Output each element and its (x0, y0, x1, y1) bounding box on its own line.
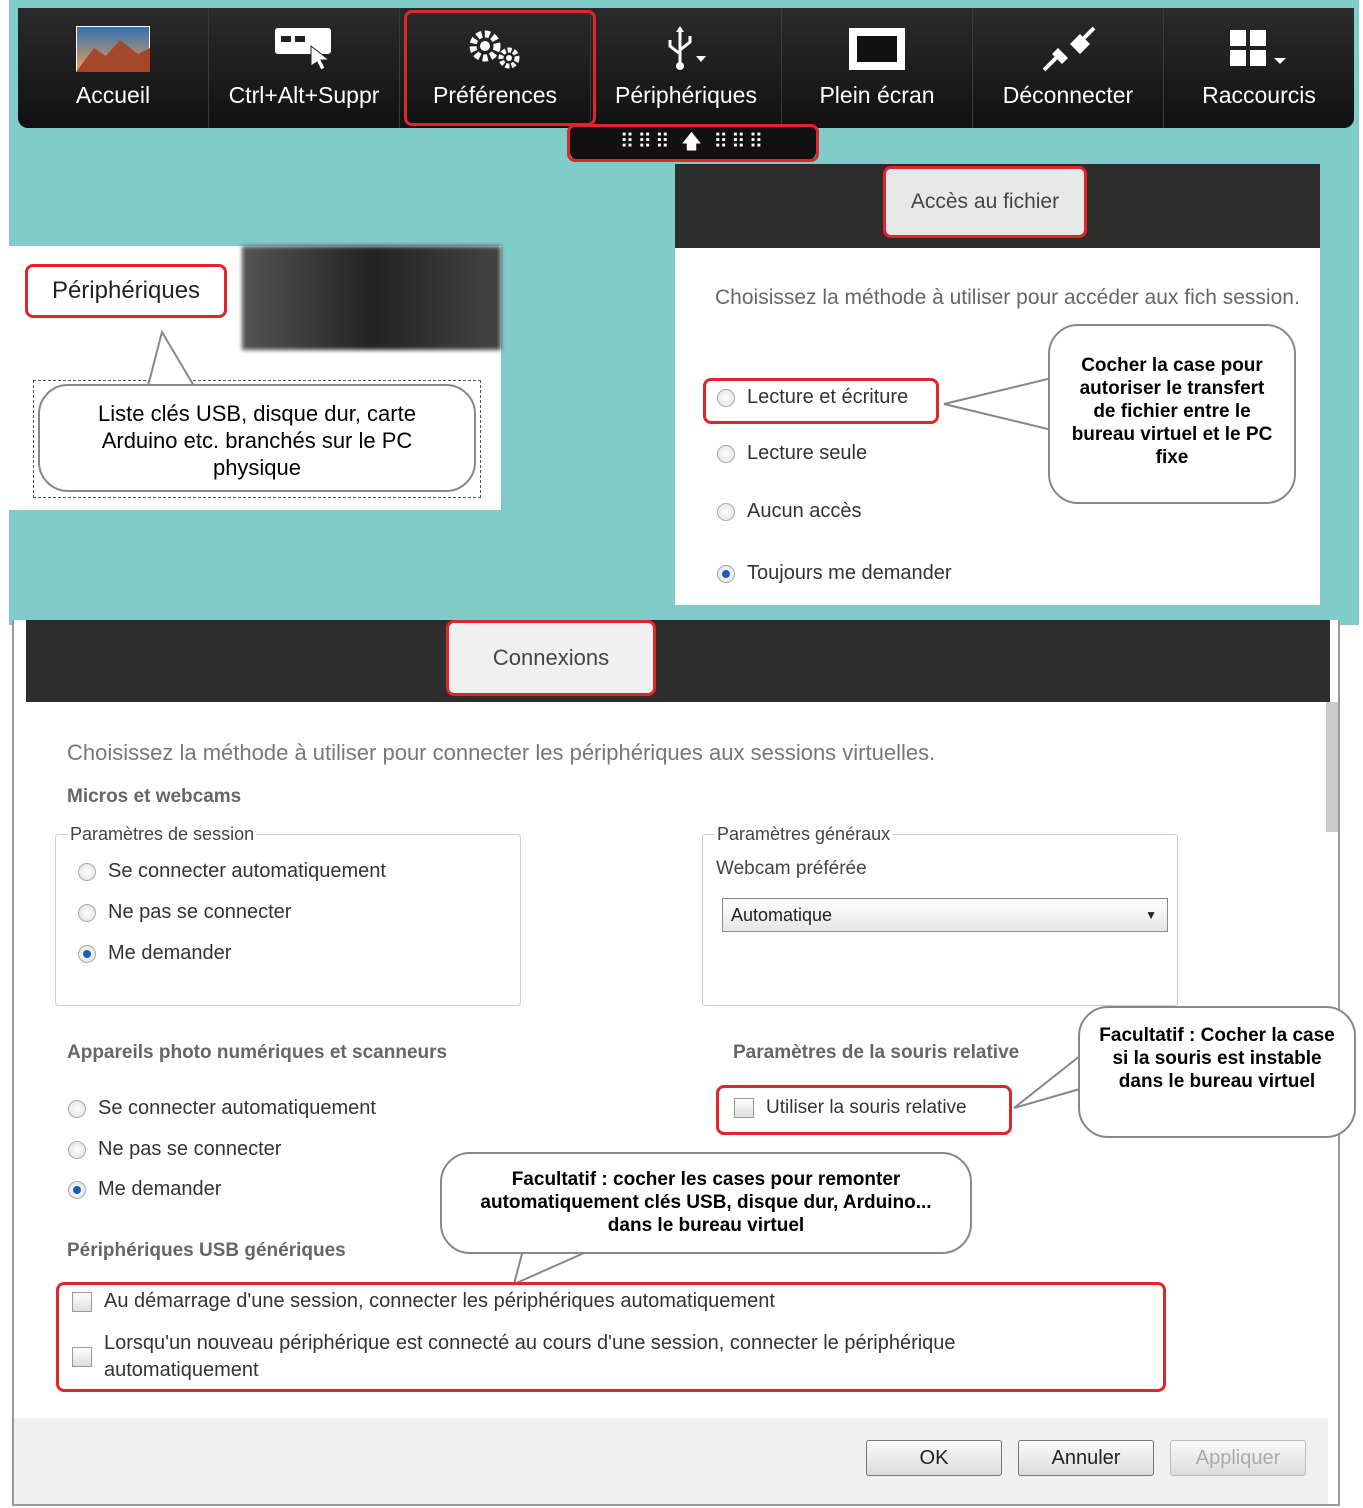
fullscreen-icon (839, 22, 915, 76)
webcam-select[interactable]: Automatique ▼ (722, 898, 1168, 932)
toolbar-peripheriques[interactable]: Périphériques (591, 8, 782, 128)
option-label: Ne pas se connecter (108, 901, 292, 923)
toolbar-label: Accueil (75, 82, 151, 108)
radio-toujours-demander[interactable]: Toujours me demander (717, 562, 952, 585)
section-appareils: Appareils photo numériques et scanneurs (67, 1042, 448, 1063)
webcam-label: Webcam préférée (716, 858, 867, 879)
radio-button-selected[interactable] (68, 1180, 86, 1199)
radio-micro-auto[interactable]: Se connecter automatiquement (78, 860, 386, 883)
plug-icon (1030, 22, 1106, 76)
toolbar-label: Déconnecter (1002, 82, 1134, 108)
option-label: Aucun accès (747, 500, 862, 522)
toolbar-accueil[interactable]: Accueil (18, 8, 209, 128)
radio-aucun-acces[interactable]: Aucun accès (717, 500, 862, 523)
option-label: Lecture seule (747, 442, 868, 464)
ok-button[interactable]: OK (866, 1440, 1002, 1476)
cancel-button[interactable]: Annuler (1018, 1440, 1154, 1476)
scrollbar[interactable] (1326, 702, 1338, 832)
toolbar-label: Plein écran (819, 82, 935, 108)
group-label: Paramètres généraux (715, 824, 893, 845)
option-label: Se connecter automatiquement (108, 860, 386, 882)
blurred-tabs (242, 246, 501, 350)
radio-appareil-auto[interactable]: Se connecter automatiquement (68, 1097, 376, 1120)
callout-acces: Cocher la case pour autoriser le transfe… (1048, 324, 1296, 504)
option-label: Se connecter automatiquement (98, 1097, 376, 1119)
toolbar-ctrl-alt-suppr[interactable]: Ctrl+Alt+Suppr (209, 8, 400, 128)
keyboard-hand-icon (266, 22, 342, 76)
toolbar-label: Périphériques (615, 82, 757, 108)
callout-usb: Facultatif : cocher les cases pour remon… (440, 1152, 972, 1254)
callout-pointer (943, 377, 1053, 431)
usb-icon (648, 22, 724, 76)
toolbar-label: Ctrl+Alt+Suppr (228, 82, 380, 108)
toolbar-deconnecter[interactable]: Déconnecter (973, 8, 1164, 128)
radio-button[interactable] (717, 444, 735, 463)
session-toolbar: Accueil Ctrl+Alt+Suppr Préférences Périp… (18, 8, 1354, 128)
radio-button[interactable] (717, 502, 735, 521)
toolbar-label: Raccourcis (1202, 82, 1316, 108)
apply-button[interactable]: Appliquer (1170, 1440, 1306, 1476)
grid-icon (1221, 22, 1297, 76)
radio-button[interactable] (78, 862, 96, 881)
chevron-down-icon: ▼ (1145, 908, 1157, 922)
callout-peripheriques: Liste clés USB, disque dur, carte Arduin… (38, 384, 476, 492)
option-label: Me demander (108, 942, 232, 964)
callout-souris: Facultatif : Cocher la case si la souris… (1078, 1006, 1356, 1138)
highlight-handle (567, 124, 819, 162)
callout-pointer (146, 330, 196, 387)
acces-description: Choisissez la méthode à utiliser pour ac… (715, 286, 1300, 309)
radio-button-selected[interactable] (78, 944, 96, 963)
highlight-lecture-ecriture (703, 378, 939, 424)
landscape-icon (75, 22, 151, 76)
tab-peripheriques[interactable]: Périphériques (25, 264, 227, 318)
select-value: Automatique (731, 905, 833, 925)
section-souris: Paramètres de la souris relative (733, 1042, 1020, 1063)
option-label: Ne pas se connecter (98, 1138, 282, 1160)
radio-micro-non[interactable]: Ne pas se connecter (78, 901, 291, 924)
toolbar-raccourcis[interactable]: Raccourcis (1164, 8, 1354, 128)
highlight-preferences (404, 10, 596, 126)
radio-appareil-non[interactable]: Ne pas se connecter (68, 1138, 281, 1161)
highlight-souris (716, 1085, 1012, 1135)
radio-button[interactable] (68, 1099, 86, 1118)
option-label: Toujours me demander (747, 562, 952, 584)
radio-lecture-seule[interactable]: Lecture seule (717, 442, 867, 465)
radio-button[interactable] (68, 1140, 86, 1159)
section-usb: Périphériques USB génériques (67, 1240, 346, 1261)
radio-appareil-demander[interactable]: Me demander (68, 1178, 221, 1201)
tab-acces-fichier[interactable]: Accès au fichier (883, 166, 1087, 238)
radio-button[interactable] (78, 903, 96, 922)
highlight-usb (56, 1282, 1166, 1392)
connexions-description: Choisissez la méthode à utiliser pour co… (67, 740, 936, 765)
tab-bar (26, 620, 1330, 702)
toolbar-plein-ecran[interactable]: Plein écran (782, 8, 973, 128)
group-label: Paramètres de session (68, 824, 257, 845)
section-micros: Micros et webcams (67, 786, 242, 807)
tab-connexions[interactable]: Connexions (446, 620, 656, 696)
radio-micro-demander[interactable]: Me demander (78, 942, 231, 965)
option-label: Me demander (98, 1178, 222, 1200)
radio-button-selected[interactable] (717, 564, 735, 583)
